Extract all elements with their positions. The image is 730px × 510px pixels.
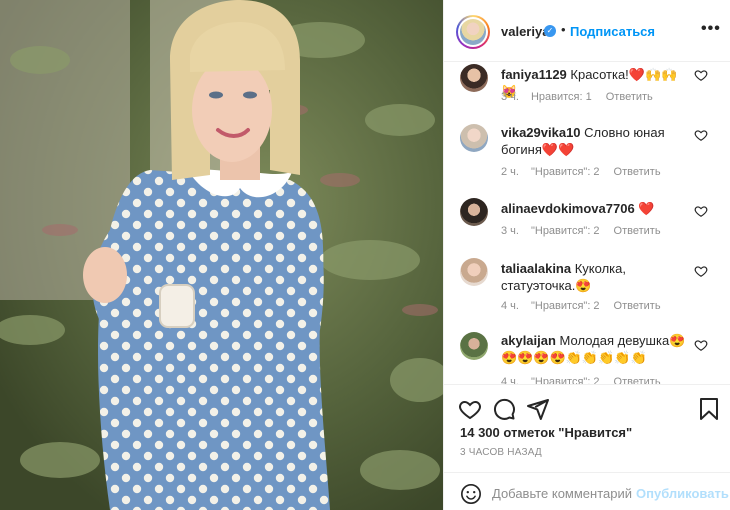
comment-text: vika29vika10 Словно юная богиня❤️❤️ <box>501 124 689 158</box>
comment-likes[interactable]: "Нравится": 2 <box>531 300 600 312</box>
author-username[interactable]: valeriya <box>501 24 549 39</box>
comment-meta: 3 ч. "Нравится": 2 Ответить <box>501 225 675 237</box>
comment-text: taliaalakina Куколка, статуэточка.😍 <box>501 260 689 294</box>
header-separator: • <box>561 22 566 37</box>
likes-count[interactable]: 14 300 отметок "Нравится" <box>460 425 632 440</box>
follow-button[interactable]: Подписаться <box>570 24 655 39</box>
comment-username[interactable]: akylaijan <box>501 333 556 348</box>
comment-likes[interactable]: "Нравится": 2 <box>531 166 600 178</box>
publish-button[interactable]: Опубликовать <box>636 486 729 501</box>
comment-username[interactable]: vika29vika10 <box>501 125 581 140</box>
comment-emoji: 😍 <box>575 278 592 293</box>
comment-body: Молодая девушка <box>555 333 670 348</box>
comments-list[interactable]: faniya1129 Красотка!❤️🙌🙌😻 3 ч. Нравится: … <box>444 62 730 384</box>
like-comment-heart-icon[interactable] <box>694 338 708 352</box>
like-comment-heart-icon[interactable] <box>694 68 708 82</box>
commenter-avatar[interactable] <box>460 332 488 360</box>
post-photo-image <box>0 0 443 510</box>
comment-text: akylaijan Молодая девушка😍😍😍😍😍👏👏👏👏👏 <box>501 332 689 366</box>
commenter-avatar[interactable] <box>460 258 488 286</box>
reply-button[interactable]: Ответить <box>614 300 661 312</box>
comment-username[interactable]: taliaalakina <box>501 261 571 276</box>
comment-body: Красотка! <box>566 67 629 82</box>
comment-time: 2 ч. <box>501 166 519 178</box>
add-comment-bar: Опубликовать <box>444 472 730 510</box>
comment-meta: 2 ч. "Нравится": 2 Ответить <box>501 166 675 178</box>
emoji-icon[interactable] <box>460 483 482 505</box>
commenter-avatar[interactable] <box>460 198 488 226</box>
reply-button[interactable]: Ответить <box>614 376 661 384</box>
post-timestamp[interactable]: 3 ЧАСОВ НАЗАД <box>460 447 542 458</box>
comment-time: 4 ч. <box>501 300 519 312</box>
comment-username[interactable]: alinaevdokimova7706 <box>501 201 635 216</box>
verified-badge-icon: ✓ <box>544 25 556 37</box>
more-options-icon[interactable]: ••• <box>701 20 721 38</box>
like-comment-heart-icon[interactable] <box>694 128 708 142</box>
comment-meta: 4 ч. "Нравится": 2 Ответить <box>501 300 675 312</box>
comment-time: 4 ч. <box>501 376 519 384</box>
comment-text: alinaevdokimova7706 ❤️ <box>501 200 689 217</box>
comment-icon[interactable] <box>492 397 516 421</box>
author-avatar[interactable] <box>456 15 490 49</box>
reply-button[interactable]: Ответить <box>614 225 661 237</box>
reply-button[interactable]: Ответить <box>614 166 661 178</box>
bookmark-icon[interactable] <box>697 397 721 421</box>
comment-emoji: ❤️ <box>638 201 655 216</box>
post-photo[interactable] <box>0 0 443 510</box>
reply-button[interactable]: Ответить <box>606 91 653 103</box>
commenter-avatar[interactable] <box>460 64 488 92</box>
post-side-panel: valeriya ✓ • Подписаться ••• faniya1129 … <box>443 0 730 510</box>
comment-meta: 3 ч. Нравится: 1 Ответить <box>501 91 667 103</box>
comment-emoji: ❤️❤️ <box>541 142 575 157</box>
heart-icon[interactable] <box>458 397 482 421</box>
comment-input[interactable] <box>492 482 632 504</box>
post-actions: 14 300 отметок "Нравится" 3 ЧАСОВ НАЗАД … <box>444 384 730 504</box>
comment-time: 3 ч. <box>501 225 519 237</box>
comment-likes[interactable]: "Нравится": 2 <box>531 225 600 237</box>
comment-time: 3 ч. <box>501 91 519 103</box>
comment-likes[interactable]: Нравится: 1 <box>531 91 592 103</box>
comment-likes[interactable]: "Нравится": 2 <box>531 376 600 384</box>
commenter-avatar[interactable] <box>460 124 488 152</box>
like-comment-heart-icon[interactable] <box>694 204 708 218</box>
comment-username[interactable]: faniya1129 <box>501 67 567 82</box>
share-icon[interactable] <box>526 397 550 421</box>
like-comment-heart-icon[interactable] <box>694 264 708 278</box>
post-header: valeriya ✓ • Подписаться ••• <box>444 0 730 62</box>
comment-meta: 4 ч. "Нравится": 2 Ответить <box>501 376 675 384</box>
